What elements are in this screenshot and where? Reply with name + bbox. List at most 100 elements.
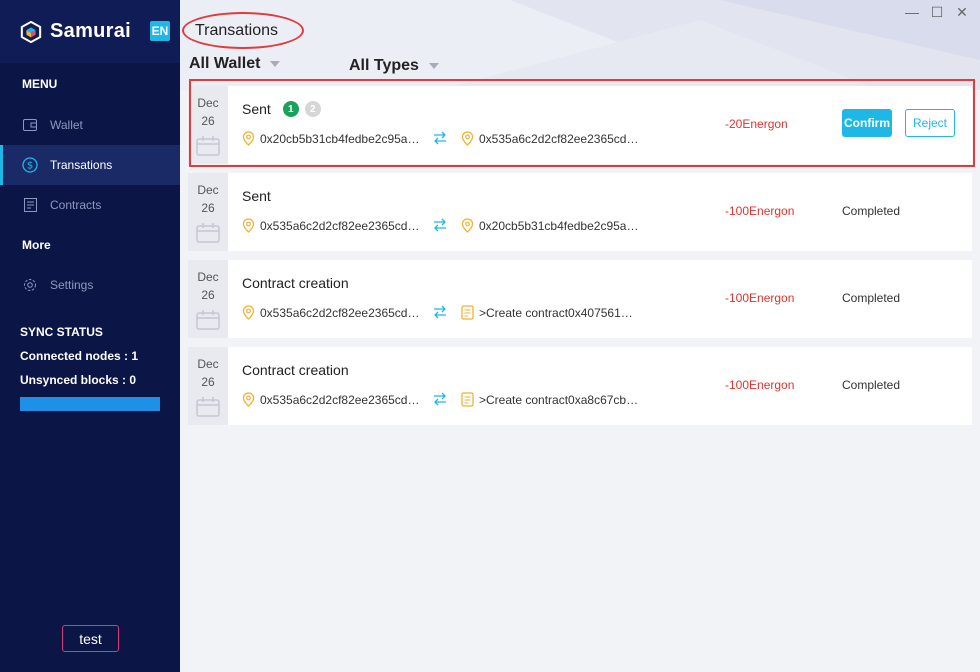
- amount: -100Energon: [725, 378, 795, 392]
- language-toggle[interactable]: EN: [150, 21, 170, 41]
- samurai-logo-icon: [20, 20, 42, 43]
- more-title: More: [22, 238, 51, 252]
- amount: -20Energon: [725, 117, 788, 131]
- date-column: Dec 26: [188, 86, 228, 164]
- location-pin-icon: [461, 131, 474, 146]
- to-address-text: 0x535a6c2d2cf82ee2365cd…: [479, 131, 639, 146]
- transfer-arrows-icon: [434, 392, 446, 406]
- type-filter-dropdown[interactable]: All Types: [349, 57, 439, 75]
- sidebar-item-label: Wallet: [50, 118, 83, 132]
- to-address-text: 0x20cb5b31cb4fedbe2c95a…: [479, 218, 639, 233]
- location-pin-icon: [242, 131, 255, 146]
- test-button[interactable]: test: [62, 625, 119, 652]
- from-address: 0x535a6c2d2cf82ee2365cd…: [242, 305, 419, 320]
- date-day: 26: [201, 288, 215, 302]
- header-background: [180, 0, 980, 90]
- date-day: 26: [201, 201, 215, 215]
- sidebar-item-contracts[interactable]: Contracts: [0, 185, 180, 225]
- date-month: Dec: [197, 357, 219, 371]
- date-day: 26: [201, 375, 215, 389]
- transaction-type: Sent 1 2: [242, 101, 321, 117]
- amount: -100Energon: [725, 204, 795, 218]
- close-button[interactable]: ✕: [955, 4, 969, 21]
- step-badge-done: 1: [282, 101, 299, 117]
- brand-header: Samurai EN: [0, 0, 180, 63]
- from-address: 0x535a6c2d2cf82ee2365cd…: [242, 218, 419, 233]
- wallet-filter-label: All Wallet: [189, 55, 261, 72]
- status-label: Completed: [842, 204, 901, 218]
- to-address: 0x535a6c2d2cf82ee2365cd…: [461, 131, 638, 146]
- calendar-icon: [196, 223, 220, 243]
- sidebar-item-label: Contracts: [50, 198, 102, 212]
- transfer-arrows-icon: [434, 218, 446, 232]
- location-pin-icon: [242, 305, 255, 320]
- maximize-button[interactable]: ☐: [930, 4, 944, 21]
- location-pin-icon: [242, 218, 255, 233]
- transaction-type: Contract creation: [242, 275, 349, 291]
- transaction-row[interactable]: Dec 26 Sent 1 2 0x20cb5b31cb4fedbe2c95a……: [188, 86, 972, 164]
- svg-text:$: $: [27, 161, 33, 172]
- connected-nodes-label: Connected nodes :: [20, 349, 129, 363]
- transaction-type-label: Contract creation: [242, 362, 349, 378]
- from-address: 0x535a6c2d2cf82ee2365cd…: [242, 392, 419, 407]
- chevron-down-icon: [428, 63, 439, 69]
- document-icon: [461, 305, 474, 320]
- chevron-down-icon: [270, 61, 281, 67]
- document-icon: [461, 392, 474, 407]
- transaction-row[interactable]: Dec 26 Contract creation 0x535a6c2d2cf82…: [188, 260, 972, 338]
- transfer-arrows-icon: [434, 305, 446, 319]
- sync-progress-bar: [20, 397, 160, 411]
- unsynced-blocks-label: Unsynced blocks :: [20, 373, 127, 387]
- wallet-icon: [22, 117, 38, 133]
- unsynced-blocks-value: 0: [129, 373, 137, 387]
- to-contract-text: >Create contract0xa8c67cb…: [479, 392, 639, 407]
- location-pin-icon: [242, 392, 255, 407]
- date-column: Dec 26: [188, 173, 228, 251]
- from-address-text: 0x535a6c2d2cf82ee2365cd…: [260, 305, 420, 320]
- to-contract: >Create contract0xa8c67cb…: [461, 392, 638, 407]
- date-column: Dec 26: [188, 260, 228, 338]
- from-address: 0x20cb5b31cb4fedbe2c95a…: [242, 131, 419, 146]
- transaction-type-label: Sent: [242, 101, 271, 117]
- minimize-button[interactable]: —: [905, 4, 919, 20]
- dollar-icon: $: [22, 157, 38, 173]
- unsynced-blocks: Unsynced blocks : 0: [0, 373, 180, 387]
- date-day: 26: [201, 114, 215, 128]
- main-content: — ☐ ✕ Transations All Wallet All Types D…: [180, 0, 980, 672]
- transaction-row[interactable]: Dec 26 Contract creation 0x535a6c2d2cf82…: [188, 347, 972, 425]
- sidebar-item-label: Transations: [50, 158, 113, 172]
- page-title: Transations: [195, 22, 278, 39]
- app-name: Samurai: [50, 20, 132, 42]
- calendar-icon: [196, 397, 220, 417]
- date-month: Dec: [197, 183, 219, 197]
- transaction-row[interactable]: Dec 26 Sent 0x535a6c2d2cf82ee2365cd… 0x2…: [188, 173, 972, 251]
- date-month: Dec: [197, 96, 219, 110]
- step-badge-pending: 2: [304, 101, 321, 117]
- sidebar-item-settings[interactable]: Settings: [0, 265, 180, 305]
- gear-icon: [22, 277, 38, 293]
- sidebar-item-transations[interactable]: $ Transations: [0, 145, 180, 185]
- confirm-button[interactable]: Confirm: [842, 109, 892, 137]
- status-label: Completed: [842, 291, 901, 305]
- connected-nodes: Connected nodes : 1: [0, 349, 180, 363]
- reject-button[interactable]: Reject: [905, 109, 955, 137]
- sidebar-item-label: Settings: [50, 278, 94, 292]
- from-address-text: 0x535a6c2d2cf82ee2365cd…: [260, 218, 420, 233]
- transfer-arrows-icon: [434, 131, 446, 145]
- date-month: Dec: [197, 270, 219, 284]
- transaction-type: Sent: [242, 188, 271, 204]
- connected-nodes-value: 1: [131, 349, 139, 363]
- date-column: Dec 26: [188, 347, 228, 425]
- transaction-list: Dec 26 Sent 1 2 0x20cb5b31cb4fedbe2c95a……: [188, 86, 972, 434]
- wallet-filter-dropdown[interactable]: All Wallet: [189, 55, 281, 73]
- sidebar-item-wallet[interactable]: Wallet: [0, 105, 180, 145]
- from-address-text: 0x20cb5b31cb4fedbe2c95a…: [260, 131, 420, 146]
- calendar-icon: [196, 310, 220, 330]
- sync-progress-fill: [20, 397, 160, 411]
- calendar-icon: [196, 136, 220, 156]
- sync-status-title: SYNC STATUS: [20, 325, 103, 339]
- from-address-text: 0x535a6c2d2cf82ee2365cd…: [260, 392, 420, 407]
- sidebar: Samurai EN MENU Wallet $ Transations Con…: [0, 0, 180, 672]
- transaction-type: Contract creation: [242, 362, 349, 378]
- amount: -100Energon: [725, 291, 795, 305]
